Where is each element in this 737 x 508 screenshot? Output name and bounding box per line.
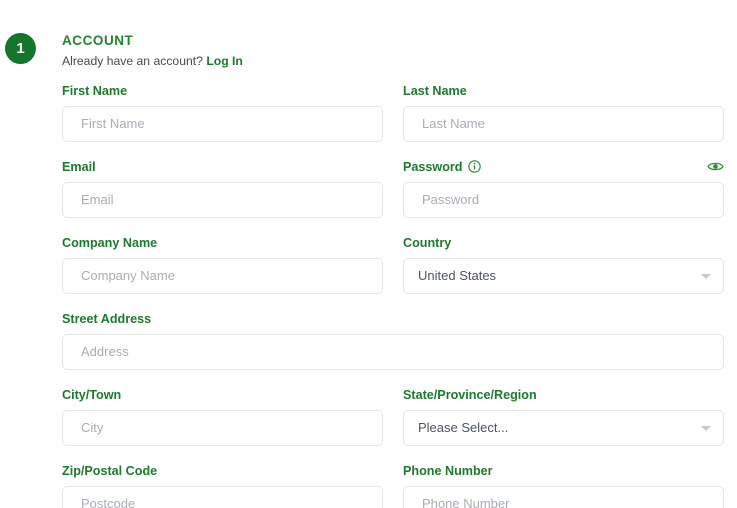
label-password: Password bbox=[403, 159, 463, 174]
step-number-badge: 1 bbox=[5, 33, 36, 64]
phone-input[interactable] bbox=[403, 485, 724, 508]
label-zip: Zip/Postal Code bbox=[62, 463, 158, 478]
label-row-zip: Zip/Postal Code bbox=[62, 463, 383, 479]
label-row-password: Password bbox=[403, 159, 724, 175]
label-left-city: City/Town bbox=[62, 387, 122, 402]
label-left-state: State/Province/Region bbox=[403, 387, 537, 402]
state-select[interactable]: Please Select... bbox=[403, 409, 724, 446]
label-left-last-name: Last Name bbox=[403, 83, 467, 98]
field-state: State/Province/Region Please Select... bbox=[403, 387, 724, 446]
city-input[interactable] bbox=[62, 409, 383, 446]
label-left-company-name: Company Name bbox=[62, 235, 158, 250]
label-country: Country bbox=[403, 235, 452, 250]
label-state: State/Province/Region bbox=[403, 387, 537, 402]
checkout-account-step: 1 ACCOUNT Already have an account? Log I… bbox=[0, 0, 737, 508]
state-selected-value: Please Select... bbox=[418, 420, 509, 436]
label-left-password: Password bbox=[403, 159, 481, 174]
label-left-street-address: Street Address bbox=[62, 311, 152, 326]
street-address-input[interactable] bbox=[62, 333, 724, 370]
label-last-name: Last Name bbox=[403, 83, 467, 98]
country-select[interactable]: United States bbox=[403, 257, 724, 294]
label-row-country: Country bbox=[403, 235, 724, 251]
company-name-input[interactable] bbox=[62, 257, 383, 294]
label-row-company-name: Company Name bbox=[62, 235, 383, 251]
field-first-name: First Name bbox=[62, 83, 383, 142]
field-email: Email bbox=[62, 159, 383, 218]
label-email: Email bbox=[62, 159, 96, 174]
label-first-name: First Name bbox=[62, 83, 128, 98]
label-row-last-name: Last Name bbox=[403, 83, 724, 99]
label-company-name: Company Name bbox=[62, 235, 158, 250]
password-input[interactable] bbox=[403, 181, 724, 218]
field-country: Country United States bbox=[403, 235, 724, 294]
label-row-city: City/Town bbox=[62, 387, 383, 403]
form-grid: First Name Last Name Email bbox=[62, 83, 724, 508]
label-row-street-address: Street Address bbox=[62, 311, 724, 327]
account-form: ACCOUNT Already have an account? Log In … bbox=[62, 33, 724, 508]
field-password: Password bbox=[403, 159, 724, 218]
eye-icon[interactable] bbox=[707, 160, 724, 173]
label-street-address: Street Address bbox=[62, 311, 152, 326]
chevron-down-icon bbox=[701, 273, 711, 279]
first-name-input[interactable] bbox=[62, 105, 383, 142]
label-left-first-name: First Name bbox=[62, 83, 128, 98]
info-icon[interactable] bbox=[467, 160, 481, 174]
label-left-email: Email bbox=[62, 159, 96, 174]
field-last-name: Last Name bbox=[403, 83, 724, 142]
field-company-name: Company Name bbox=[62, 235, 383, 294]
label-left-country: Country bbox=[403, 235, 452, 250]
zip-input[interactable] bbox=[62, 485, 383, 508]
chevron-down-icon bbox=[701, 425, 711, 431]
log-in-link[interactable]: Log In bbox=[206, 54, 243, 68]
country-selected-value: United States bbox=[418, 268, 497, 284]
label-left-zip: Zip/Postal Code bbox=[62, 463, 158, 478]
label-row-email: Email bbox=[62, 159, 383, 175]
label-left-phone: Phone Number bbox=[403, 463, 493, 478]
label-row-phone: Phone Number bbox=[403, 463, 724, 479]
label-city: City/Town bbox=[62, 387, 122, 402]
section-title-account: ACCOUNT bbox=[62, 33, 134, 48]
label-row-state: State/Province/Region bbox=[403, 387, 724, 403]
label-phone: Phone Number bbox=[403, 463, 493, 478]
email-input[interactable] bbox=[62, 181, 383, 218]
last-name-input[interactable] bbox=[403, 105, 724, 142]
label-row-first-name: First Name bbox=[62, 83, 383, 99]
field-phone: Phone Number bbox=[403, 463, 724, 508]
step-number-label: 1 bbox=[16, 40, 25, 57]
login-prompt-text: Already have an account? bbox=[62, 54, 203, 69]
field-city: City/Town bbox=[62, 387, 383, 446]
login-prompt-line: Already have an account? Log In bbox=[62, 54, 724, 69]
field-zip: Zip/Postal Code bbox=[62, 463, 383, 508]
field-street-address: Street Address bbox=[62, 311, 724, 370]
